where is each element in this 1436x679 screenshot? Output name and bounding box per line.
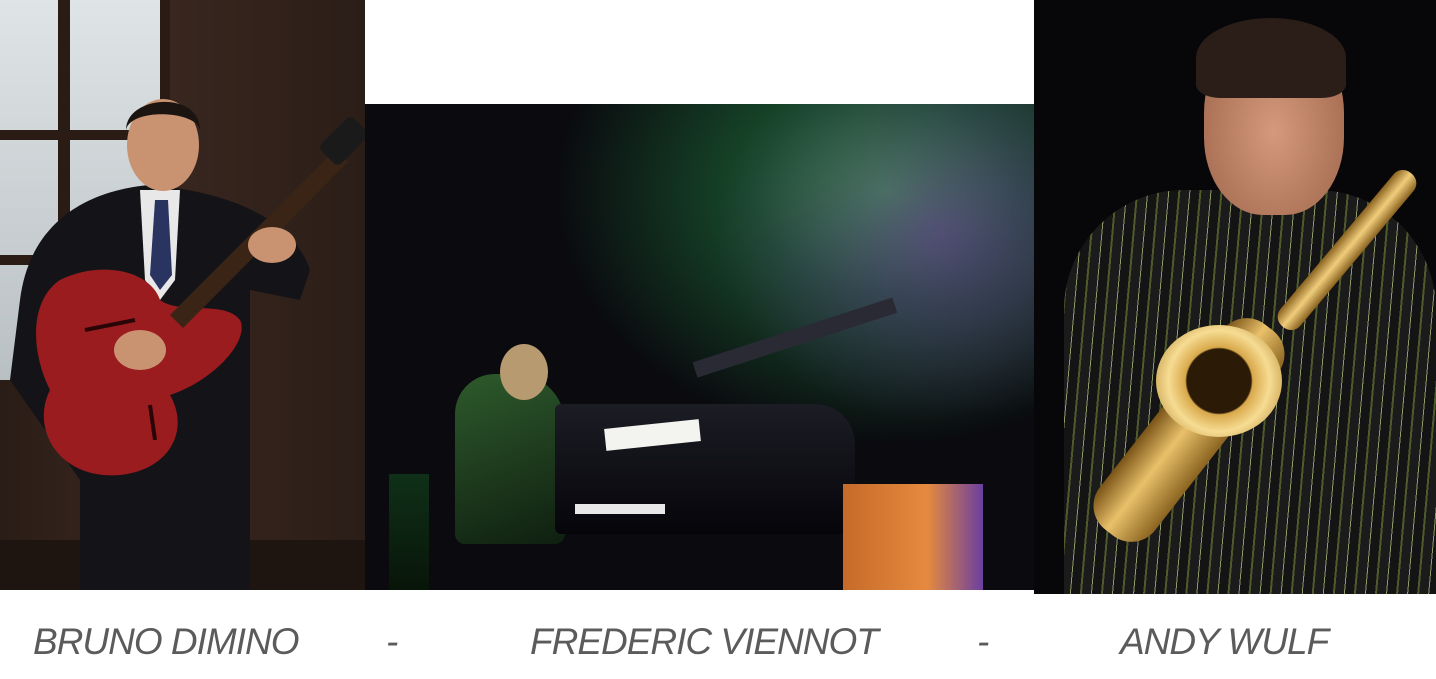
caption-separator: - [977, 621, 989, 662]
saxophonist-hair [1196, 18, 1346, 98]
guitarist-figure [10, 99, 365, 590]
stage-lighting [714, 104, 1034, 424]
saxophonist-photo [1034, 0, 1436, 594]
piano-keys [575, 504, 665, 514]
guitarist-photo [0, 0, 365, 590]
pianist-figure [455, 374, 565, 544]
grand-piano [555, 404, 855, 534]
saxophone-bell [1156, 325, 1282, 437]
caption-andy-wulf: ANDY WULF [1120, 621, 1329, 662]
amplifier [843, 484, 983, 590]
chair [389, 474, 429, 590]
pianist-photo [365, 104, 1034, 590]
caption-bruno-dimino: BRUNO DIMINO [33, 621, 299, 662]
pianist-head [500, 344, 548, 400]
caption-frederic-viennot: FREDERIC VIENNOT [530, 621, 879, 662]
caption-separator: - [386, 621, 398, 662]
